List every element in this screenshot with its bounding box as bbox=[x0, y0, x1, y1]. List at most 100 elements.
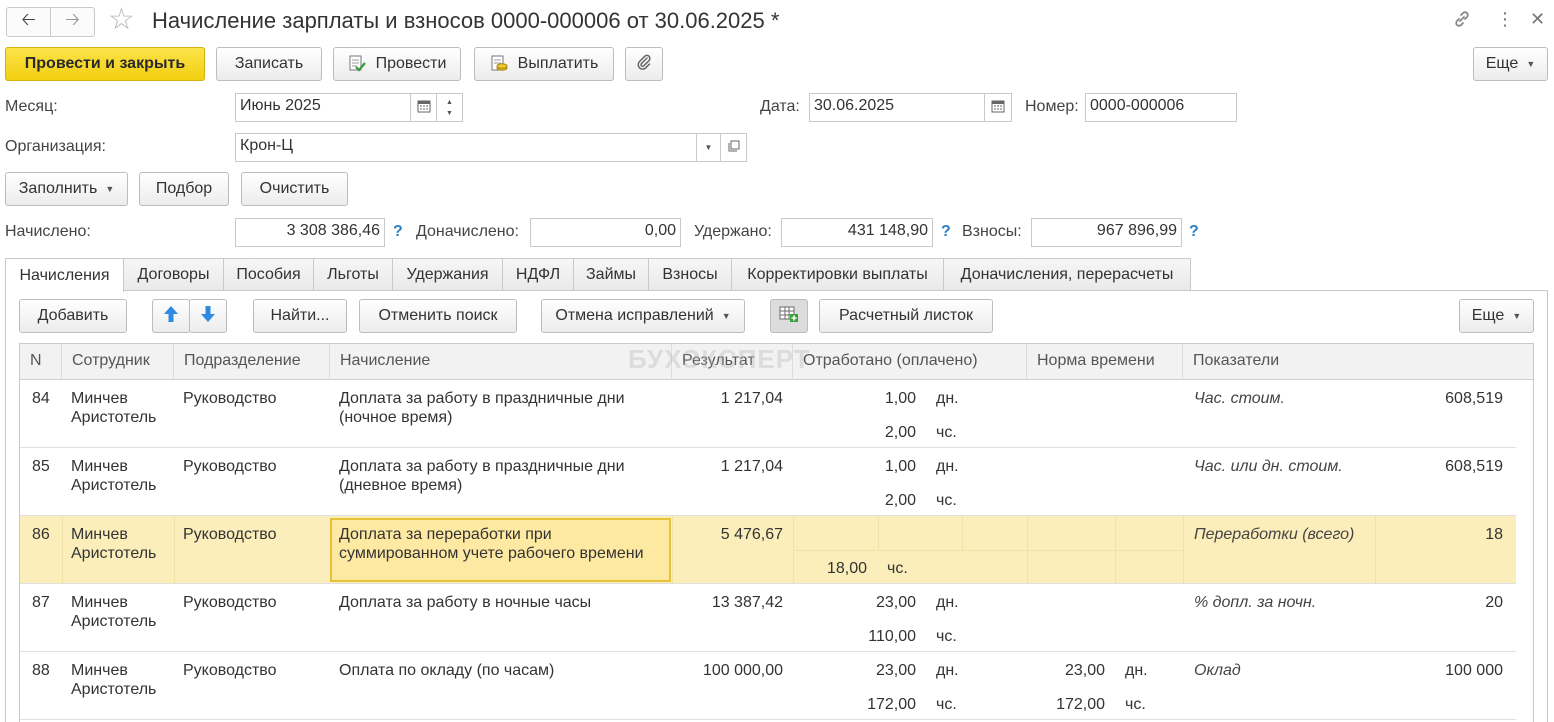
date-calendar-button[interactable] bbox=[984, 93, 1012, 122]
tab-accruals[interactable]: Начисления bbox=[5, 258, 124, 292]
organization-field[interactable]: Крон-Ц bbox=[235, 133, 697, 162]
tab-deductions[interactable]: Удержания bbox=[392, 258, 503, 291]
row-number: 87 bbox=[32, 594, 50, 611]
department: Руководство bbox=[183, 662, 277, 679]
date-field[interactable]: 30.06.2025 bbox=[809, 93, 985, 122]
find-button[interactable]: Найти... bbox=[253, 299, 347, 333]
column-header-accrual[interactable]: Начисление bbox=[330, 344, 672, 380]
indicator-value: 18 bbox=[1485, 526, 1503, 543]
column-header-employee[interactable]: Сотрудник bbox=[62, 344, 174, 380]
table-row[interactable]: 85 Минчев Аристотель Руководство Доплата за … bbox=[20, 448, 1516, 516]
employee-first-name: Аристотель bbox=[71, 409, 157, 426]
worked-hours-unit: чс. bbox=[936, 696, 957, 713]
result: 13 387,42 bbox=[711, 594, 783, 611]
help-icon[interactable]: ? bbox=[393, 223, 403, 241]
table-row[interactable]: 86 Минчев Аристотель Руководство Доплата за … bbox=[20, 516, 1516, 584]
column-header-worked[interactable]: Отработано (оплачено) bbox=[793, 344, 1027, 380]
move-down-button[interactable] bbox=[189, 299, 227, 333]
organization-open-button[interactable] bbox=[720, 133, 747, 162]
save-button[interactable]: Записать bbox=[216, 47, 322, 81]
star-icon[interactable]: ☆ bbox=[108, 5, 135, 35]
worked-hours: 172,00 bbox=[867, 696, 916, 713]
worked-days-unit: дн. bbox=[936, 458, 959, 475]
number-field[interactable]: 0000-000006 bbox=[1085, 93, 1237, 122]
post-button[interactable]: Провести bbox=[333, 47, 461, 81]
table-row[interactable]: 84 Минчев Аристотель Руководство Доплата за … bbox=[20, 380, 1516, 448]
tab-payment-corrections[interactable]: Корректировки выплаты bbox=[731, 258, 944, 291]
close-icon[interactable]: ✕ bbox=[1530, 9, 1545, 30]
table-row[interactable]: 88 Минчев Аристотель Руководство Оплата по о… bbox=[20, 652, 1516, 720]
calendar-button[interactable] bbox=[410, 93, 437, 122]
worked-hours: 2,00 bbox=[884, 492, 916, 509]
row-number: 85 bbox=[32, 458, 50, 475]
tab-recalculations[interactable]: Доначисления, перерасчеты bbox=[943, 258, 1191, 291]
accruals-table[interactable]: N Сотрудник Подразделение Начисление Рез… bbox=[19, 343, 1534, 722]
arrow-right-icon: 🡢 bbox=[65, 9, 80, 29]
table-add-icon bbox=[779, 305, 799, 328]
result: 5 476,67 bbox=[720, 526, 783, 543]
contributions-field: 967 896,99 bbox=[1031, 218, 1182, 247]
worked-days: 1,00 bbox=[884, 458, 916, 475]
forward-button[interactable]: 🡢 bbox=[50, 7, 95, 37]
worked-hours-unit: чс. bbox=[936, 628, 957, 645]
row-number: 84 bbox=[32, 390, 50, 407]
more-vertical-icon[interactable]: ⋮ bbox=[1496, 9, 1514, 30]
more-button[interactable]: Еще ▼ bbox=[1473, 47, 1548, 81]
cancel-corrections-button[interactable]: Отмена исправлений ▼ bbox=[541, 299, 745, 333]
tab-loans[interactable]: Займы bbox=[573, 258, 649, 291]
grid-more-button[interactable]: Еще ▼ bbox=[1459, 299, 1534, 333]
number-label: Номер: bbox=[1025, 98, 1079, 115]
month-spinner[interactable]: ▲ ▼ bbox=[436, 93, 463, 122]
worked-days-unit: дн. bbox=[936, 662, 959, 679]
payslip-button[interactable]: Расчетный листок bbox=[819, 299, 993, 333]
column-header-n[interactable]: N bbox=[20, 344, 62, 380]
accrual-line-2: (ночное время) bbox=[339, 409, 453, 426]
extra-label: Доначислено: bbox=[416, 223, 519, 240]
help-icon[interactable]: ? bbox=[941, 223, 951, 241]
attach-button[interactable] bbox=[625, 47, 663, 81]
norm-hours: 172,00 bbox=[1056, 696, 1105, 713]
add-button[interactable]: Добавить bbox=[19, 299, 127, 333]
fill-button[interactable]: Заполнить ▼ bbox=[5, 172, 128, 206]
tab-ndfl[interactable]: НДФЛ bbox=[502, 258, 574, 291]
employee-last-name: Минчев bbox=[71, 662, 128, 679]
move-up-button[interactable] bbox=[152, 299, 190, 333]
accrual-line-1: Доплата за работу в праздничные дни bbox=[339, 458, 625, 475]
employee-first-name: Аристотель bbox=[71, 681, 157, 698]
norm-hours-unit: чс. bbox=[1125, 696, 1146, 713]
result: 1 217,04 bbox=[720, 390, 783, 407]
accrued-label: Начислено: bbox=[5, 223, 91, 240]
cancel-search-button[interactable]: Отменить поиск bbox=[359, 299, 517, 333]
department: Руководство bbox=[183, 390, 277, 407]
table-settings-button[interactable] bbox=[770, 299, 808, 333]
spin-down-icon: ▼ bbox=[446, 109, 453, 117]
tab-contributions[interactable]: Взносы bbox=[648, 258, 732, 291]
help-icon[interactable]: ? bbox=[1189, 223, 1199, 241]
department: Руководство bbox=[183, 458, 277, 475]
column-header-indicators[interactable]: Показатели bbox=[1183, 344, 1533, 380]
table-row[interactable]: 87 Минчев Аристотель Руководство Доплата за … bbox=[20, 584, 1516, 652]
worked-hours-unit: чс. bbox=[936, 424, 957, 441]
indicator-value: 20 bbox=[1485, 594, 1503, 611]
post-and-close-button[interactable]: Провести и закрыть bbox=[5, 47, 205, 81]
organization-dropdown[interactable]: ▼ bbox=[696, 133, 721, 162]
column-header-department[interactable]: Подразделение bbox=[174, 344, 330, 380]
back-button[interactable]: 🡠 bbox=[6, 7, 51, 37]
column-header-time-norm[interactable]: Норма времени bbox=[1027, 344, 1183, 380]
indicator-value: 100 000 bbox=[1445, 662, 1503, 679]
organization-label: Организация: bbox=[5, 138, 106, 155]
calendar-icon bbox=[417, 99, 431, 116]
tab-privileges[interactable]: Льготы bbox=[313, 258, 393, 291]
tab-contracts[interactable]: Договоры bbox=[123, 258, 224, 291]
employee-last-name: Минчев bbox=[71, 526, 128, 543]
clear-button[interactable]: Очистить bbox=[241, 172, 348, 206]
department: Руководство bbox=[183, 526, 277, 543]
month-field[interactable]: Июнь 2025 bbox=[235, 93, 411, 122]
employee-first-name: Аристотель bbox=[71, 613, 157, 630]
pay-button[interactable]: Выплатить bbox=[474, 47, 614, 81]
link-icon[interactable] bbox=[1452, 9, 1472, 35]
select-button[interactable]: Подбор bbox=[139, 172, 229, 206]
arrow-left-icon: 🡠 bbox=[21, 9, 36, 29]
tab-benefits[interactable]: Пособия bbox=[223, 258, 314, 291]
caret-down-icon: ▼ bbox=[105, 184, 115, 194]
